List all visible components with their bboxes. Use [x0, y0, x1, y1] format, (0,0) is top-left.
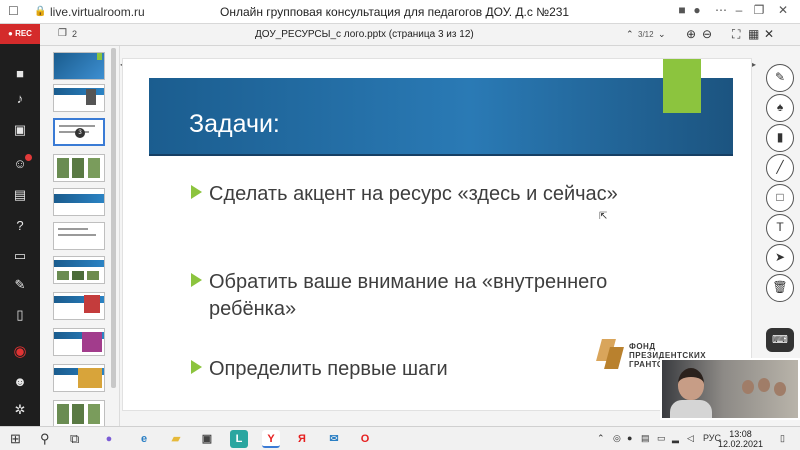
slide-heading: Задачи:	[189, 110, 280, 138]
next-arrow-icon[interactable]: ▸	[752, 60, 756, 69]
close-icon[interactable]: ✕	[774, 3, 792, 17]
pointer-icon[interactable]: ➤	[766, 244, 794, 272]
keyboard-icon[interactable]: ⌨	[766, 328, 794, 352]
fit-screen-icon[interactable]: ⛶	[732, 27, 740, 42]
green-accent	[663, 59, 701, 113]
bullet-text: Сделать акцент на ресурс «здесь и сейчас…	[209, 183, 618, 205]
close-document-icon[interactable]: ✕	[764, 27, 774, 41]
grid-icon[interactable]: ▦	[748, 27, 759, 41]
clock[interactable]: 13:08 12.02.2021	[718, 429, 763, 449]
battery-icon[interactable]: ▭	[657, 433, 666, 444]
rec-indicator[interactable]: ● REC	[0, 24, 40, 44]
more-icon[interactable]: ⋯	[712, 3, 730, 17]
bullet-arrow-icon	[191, 273, 202, 287]
bullet-text: Определить первые шаги	[209, 358, 448, 380]
l-app-icon[interactable]: L	[230, 430, 248, 448]
tray-chevron-icon[interactable]: ⌃	[597, 433, 605, 444]
document-toolbar: ❐ 2 ДОУ_РЕСУРСЫ_с лого.pptx (страница 3 …	[40, 24, 800, 46]
questions-icon[interactable]: ?	[0, 218, 40, 233]
zoom-out-icon[interactable]: ⊖	[702, 27, 712, 41]
current-slide-badge: 3	[75, 128, 85, 138]
thumbnail-8[interactable]	[53, 292, 105, 320]
notifications-icon[interactable]: ▯	[780, 433, 785, 444]
line-icon[interactable]: ╱	[766, 154, 794, 182]
thumbnail-2[interactable]	[53, 84, 105, 112]
thumbnail-1[interactable]	[53, 52, 105, 80]
store-icon[interactable]: ▣	[198, 430, 216, 448]
maximize-icon[interactable]: ❐	[750, 3, 768, 17]
network-icon[interactable]: ▂	[672, 433, 679, 444]
thumbnail-9[interactable]	[53, 328, 105, 356]
chevron-up-icon[interactable]: ⌃	[626, 29, 634, 40]
thumbnail-6[interactable]	[53, 222, 105, 250]
tray-app-icon[interactable]: ◎	[613, 433, 621, 444]
slide-thumbnails: 3	[40, 46, 120, 428]
tray-camera-icon[interactable]: ▤	[641, 433, 650, 444]
title-bar: ☐ 🔒 live.virtualroom.ru Онлайн групповая…	[0, 0, 800, 24]
chat-icon[interactable]: ▤	[0, 187, 40, 203]
brush-icon[interactable]: ♠	[766, 94, 794, 122]
search-icon[interactable]: ⚲	[40, 431, 50, 447]
thumbnail-5[interactable]	[53, 188, 105, 216]
pen-icon[interactable]: ✎	[0, 277, 40, 293]
volume-icon[interactable]: ◁	[687, 433, 694, 444]
windows-start-icon[interactable]: ⊞	[10, 431, 21, 447]
url-text[interactable]: live.virtualroom.ru	[50, 5, 145, 19]
chevron-down-icon[interactable]: ⌄	[658, 29, 666, 40]
presentation-icon[interactable]: ▭	[0, 248, 40, 264]
pencil-icon[interactable]: ✎	[766, 64, 794, 92]
pages-count: 2	[72, 29, 78, 39]
file-explorer-icon[interactable]: ▰	[167, 430, 185, 448]
record-icon[interactable]: ◉	[0, 342, 40, 360]
clock-date: 12.02.2021	[718, 439, 764, 449]
thumbnail-3[interactable]: 3	[53, 118, 105, 146]
document-title: ДОУ_РЕСУРСЫ_с лого.pptx (страница 3 из 1…	[255, 29, 474, 40]
participants-icon[interactable]: ☺	[0, 156, 40, 171]
opera-icon[interactable]: O	[356, 430, 374, 448]
page-indicator: 3/12	[638, 30, 654, 39]
marker-icon[interactable]: ▮	[766, 124, 794, 152]
clock-time: 13:08	[729, 429, 752, 439]
bullet-arrow-icon	[191, 360, 202, 374]
window-title: Онлайн групповая консультация для педаго…	[220, 5, 570, 19]
screen-share-icon[interactable]: ▣	[0, 122, 40, 138]
cortana-icon[interactable]: ●	[100, 430, 118, 448]
add-user-icon[interactable]: ☻	[0, 374, 40, 389]
rectangle-icon[interactable]: □	[766, 184, 794, 212]
trash-icon[interactable]: 🗑	[766, 274, 794, 302]
app-window: ☐ 🔒 live.virtualroom.ru Онлайн групповая…	[0, 0, 800, 450]
tray-green-icon[interactable]: ●	[627, 433, 632, 443]
slide-header: Задачи:	[149, 78, 733, 156]
notification-badge	[25, 154, 32, 161]
yandex-browser-icon[interactable]: Я	[293, 430, 311, 448]
presenter-face	[678, 368, 704, 400]
camera-icon[interactable]: ■	[0, 66, 40, 81]
current-slide: Задачи: Сделать акцент на ресурс «здесь …	[122, 58, 752, 411]
windows-taskbar: ⊞ ⚲ ⧉ ● e ▰ ▣ L Y Я ✉ O ⌃ ◎ ● ▤ ▭ ▂ ◁ РУ…	[0, 426, 800, 450]
minimize-icon[interactable]: –	[730, 3, 748, 17]
yandex-y-icon[interactable]: Y	[262, 430, 280, 448]
mic-status-icon: ●	[693, 3, 701, 17]
thumbnail-11[interactable]	[53, 400, 105, 428]
bullet-arrow-icon	[191, 185, 202, 199]
zoom-in-icon[interactable]: ⊕	[686, 27, 696, 41]
thumbnail-scrollbar[interactable]	[111, 48, 116, 388]
presenter-video[interactable]	[660, 358, 800, 420]
task-view-icon[interactable]: ⧉	[70, 431, 79, 447]
bullet-text: Обратить ваше внимание на «внутреннего р…	[209, 271, 608, 320]
thumbnail-10[interactable]	[53, 364, 105, 392]
edge-browser-icon[interactable]: e	[135, 430, 153, 448]
pages-icon[interactable]: ❐	[58, 28, 67, 39]
tabs-icon[interactable]: ☐	[8, 4, 19, 18]
left-sidebar: ● REC ■ ♪ ▣ ☺ ▤ ? ▭ ✎ ▯ ◉ ☻ ✲	[0, 24, 40, 426]
mouse-cursor-icon: ⇱	[599, 211, 608, 222]
mail-icon[interactable]: ✉	[325, 430, 343, 448]
document-icon[interactable]: ▯	[0, 307, 40, 323]
settings-icon[interactable]: ✲	[0, 402, 40, 418]
thumbnail-7[interactable]	[53, 256, 105, 284]
text-icon[interactable]: T	[766, 214, 794, 242]
microphone-icon[interactable]: ♪	[0, 91, 40, 106]
thumbnail-4[interactable]	[53, 154, 105, 182]
lock-icon: 🔒	[34, 6, 47, 17]
